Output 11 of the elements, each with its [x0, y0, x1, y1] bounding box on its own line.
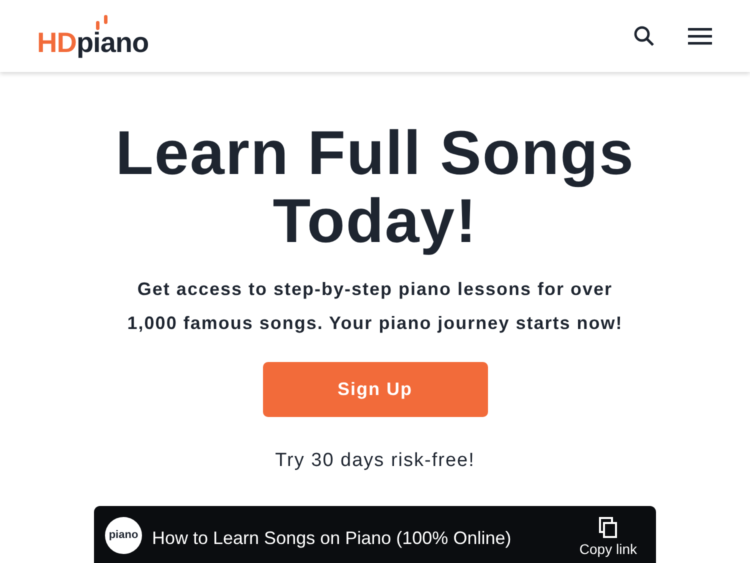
menu-icon[interactable]: [688, 27, 712, 45]
copy-link-label[interactable]: Copy link: [579, 538, 637, 560]
search-icon[interactable]: [632, 24, 656, 48]
hero-subtitle: Get access to step-by-step piano lessons for over 1,000 famous songs. Your piano journey starts now!: [126, 278, 624, 335]
copy-icon[interactable]: [598, 516, 618, 538]
trial-note: Try 30 days risk-free!: [275, 449, 475, 473]
hero-title: Learn Full Songs Today!: [114, 120, 636, 256]
video-player[interactable]: piano How to Learn Songs on Piano (100% Online) Copy link: [94, 506, 656, 563]
logo[interactable]: HDpiano: [37, 15, 149, 57]
channel-avatar[interactable]: piano: [105, 516, 142, 554]
video-title[interactable]: How to Learn Songs on Piano (100% Online): [152, 524, 512, 552]
